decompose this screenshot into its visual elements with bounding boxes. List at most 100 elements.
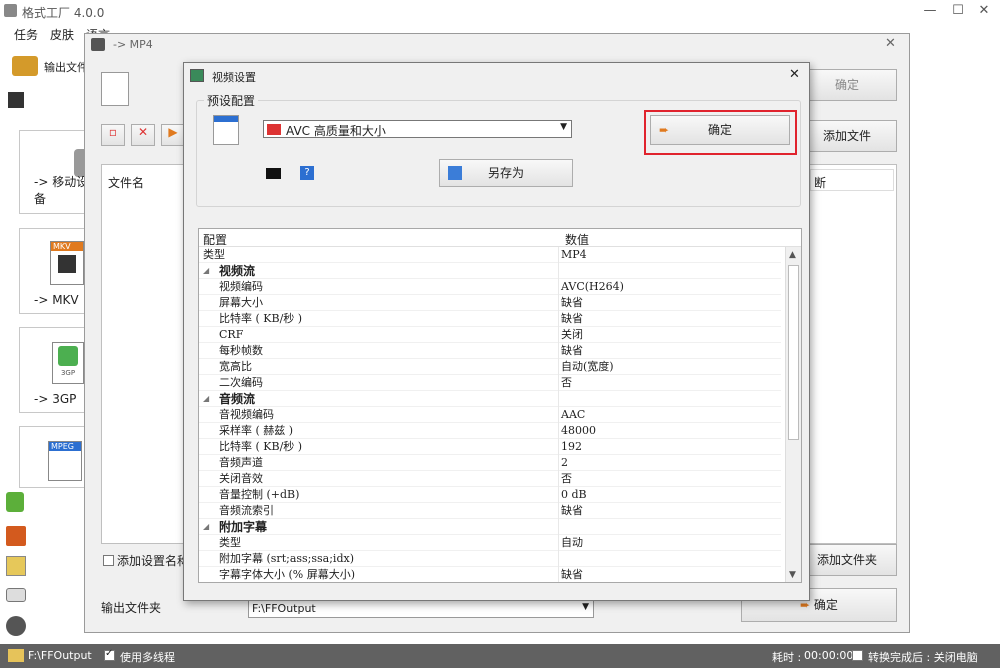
scroll-thumb[interactable] bbox=[788, 265, 799, 440]
ok-arrow-icon: ➨ bbox=[659, 123, 670, 137]
property-row[interactable]: 比特率 ( KB/秒 ) 缺省 bbox=[199, 311, 781, 327]
property-row[interactable]: 比特率 ( KB/秒 ) 192 bbox=[199, 439, 781, 455]
drive-category-icon[interactable] bbox=[6, 588, 26, 602]
property-section[interactable]: ◢ 附加字幕 bbox=[199, 519, 781, 535]
folder-icon[interactable] bbox=[8, 649, 24, 662]
collapse-triangle-icon[interactable]: ◢ bbox=[203, 519, 209, 535]
col-filename[interactable]: 文件名 bbox=[108, 174, 144, 191]
property-value[interactable]: 0 dB bbox=[561, 487, 587, 503]
property-grid[interactable]: 配置 数值 类型 MP4 ◢ 视频流 视频编码 AVC(H264) 屏幕大小 缺省 比特率 ( … bbox=[198, 228, 802, 583]
property-row[interactable]: 屏幕大小 缺省 bbox=[199, 295, 781, 311]
add-setting-name-checkbox[interactable] bbox=[103, 555, 114, 566]
property-row[interactable]: 宽高比 自动(宽度) bbox=[199, 359, 781, 375]
property-key: 比特率 ( KB/秒 ) bbox=[219, 312, 303, 325]
property-row[interactable]: 视频编码 AVC(H264) bbox=[199, 279, 781, 295]
after-convert-checkbox[interactable] bbox=[852, 650, 863, 661]
cmd-icon[interactable] bbox=[266, 168, 281, 179]
property-key: 音量控制 (+dB) bbox=[219, 488, 300, 501]
property-value[interactable]: 48000 bbox=[561, 423, 596, 439]
save-as-button[interactable]: 另存为 bbox=[439, 159, 573, 187]
property-value[interactable]: MP4 bbox=[561, 247, 587, 263]
add-folder-button[interactable]: 添加文件夹 bbox=[797, 544, 897, 576]
multithread-checkbox[interactable]: ✓ bbox=[104, 648, 115, 661]
mp4-ok-button[interactable]: 确定 bbox=[797, 69, 897, 101]
status-bar: F:\FFOutput ✓ 使用多线程 耗时 : 00:00:00 转换完成后 … bbox=[0, 644, 1000, 668]
scroll-down-arrow[interactable]: ▼ bbox=[789, 570, 796, 580]
folder-icon[interactable] bbox=[12, 56, 38, 76]
property-key: 字幕字体大小 (% 屏幕大小) bbox=[219, 568, 356, 581]
property-key: 关闭音效 bbox=[219, 472, 263, 485]
output-folder-select[interactable]: F:\FFOutput ▼ bbox=[248, 600, 594, 618]
column-divider bbox=[558, 503, 559, 519]
property-value[interactable]: 自动 bbox=[561, 535, 583, 551]
property-section[interactable]: ◢ 视频流 bbox=[199, 263, 781, 279]
property-row[interactable]: 二次编码 否 bbox=[199, 375, 781, 391]
menu-task[interactable]: 任务 bbox=[14, 26, 38, 43]
multithread-label[interactable]: 使用多线程 bbox=[120, 649, 175, 665]
vertical-scrollbar[interactable]: ▲ ▼ bbox=[785, 247, 801, 582]
property-value[interactable]: 否 bbox=[561, 375, 572, 391]
property-row[interactable]: 字幕字体大小 (% 屏幕大小) 缺省 bbox=[199, 567, 781, 582]
property-value[interactable]: 192 bbox=[561, 439, 582, 455]
property-row[interactable]: 音频流索引 缺省 bbox=[199, 503, 781, 519]
property-row[interactable]: 关闭音效 否 bbox=[199, 471, 781, 487]
after-convert-label[interactable]: 转换完成后 : 关闭电脑 bbox=[868, 649, 978, 665]
toolbox-category-icon[interactable] bbox=[6, 616, 26, 636]
remove-item-button[interactable]: ▫ bbox=[101, 124, 125, 146]
picture-category-icon[interactable] bbox=[6, 526, 26, 546]
audio-category-icon[interactable] bbox=[6, 492, 24, 512]
column-divider bbox=[558, 311, 559, 327]
col-value-header: 数值 bbox=[565, 233, 590, 247]
dialog-close-icon[interactable]: ✕ bbox=[789, 67, 800, 82]
scroll-up-arrow[interactable]: ▲ bbox=[789, 250, 796, 260]
app-title-bar: 格式工厂 4.0.0 — ☐ ✕ bbox=[0, 0, 1000, 22]
property-value[interactable]: 自动(宽度) bbox=[561, 359, 614, 375]
column-divider bbox=[558, 279, 559, 295]
preset-value: AVC 高质量和大小 bbox=[286, 124, 386, 138]
preset-select[interactable]: AVC 高质量和大小 ▼ bbox=[263, 120, 572, 138]
save-disk-icon bbox=[448, 166, 462, 180]
property-row[interactable]: 采样率 ( 赫兹 ) 48000 bbox=[199, 423, 781, 439]
property-value[interactable]: 关闭 bbox=[561, 327, 583, 343]
property-value[interactable]: AVC(H264) bbox=[561, 279, 624, 295]
dialog-ok-button[interactable]: ➨ 确定 bbox=[650, 115, 790, 145]
mp4-window-close-icon[interactable]: ✕ bbox=[885, 36, 896, 51]
mp4-window-icon bbox=[91, 38, 105, 51]
property-section[interactable]: ◢ 音频流 bbox=[199, 391, 781, 407]
dialog-ok-button-label: 确定 bbox=[707, 123, 732, 137]
column-divider bbox=[558, 423, 559, 439]
menu-skin[interactable]: 皮肤 bbox=[50, 26, 74, 43]
document-category-icon[interactable] bbox=[6, 556, 26, 576]
property-value[interactable]: 缺省 bbox=[561, 503, 583, 519]
property-row[interactable]: 每秒帧数 缺省 bbox=[199, 343, 781, 359]
add-file-button[interactable]: 添加文件 bbox=[797, 120, 897, 152]
play-button[interactable]: ▶ bbox=[161, 124, 185, 146]
property-key: 视频流 bbox=[219, 264, 256, 278]
property-row[interactable]: 音量控制 (+dB) 0 dB bbox=[199, 487, 781, 503]
help-icon[interactable]: ? bbox=[300, 166, 314, 180]
property-value[interactable]: AAC bbox=[561, 407, 585, 423]
property-row[interactable]: 音视频编码 AAC bbox=[199, 407, 781, 423]
column-divider bbox=[558, 295, 559, 311]
property-value[interactable]: 缺省 bbox=[561, 295, 583, 311]
check-icon: ✓ bbox=[105, 648, 114, 659]
col-header-divider bbox=[810, 169, 894, 191]
property-value[interactable]: 缺省 bbox=[561, 311, 583, 327]
close-button[interactable]: ✕ bbox=[966, 0, 1000, 22]
property-value[interactable]: 缺省 bbox=[561, 567, 583, 582]
property-row[interactable]: 附加字幕 (srt;ass;ssa;idx) bbox=[199, 551, 781, 567]
collapse-triangle-icon[interactable]: ◢ bbox=[203, 391, 209, 407]
add-setting-name-label[interactable]: 添加设置名称 bbox=[117, 552, 189, 569]
property-key: 附加字幕 bbox=[219, 520, 268, 534]
property-row[interactable]: 类型 自动 bbox=[199, 535, 781, 551]
property-value[interactable]: 2 bbox=[561, 455, 568, 471]
property-value[interactable]: 否 bbox=[561, 471, 572, 487]
clear-list-button[interactable]: ✕ bbox=[131, 124, 155, 146]
collapse-triangle-icon[interactable]: ◢ bbox=[203, 263, 209, 279]
property-row[interactable]: 音频声道 2 bbox=[199, 455, 781, 471]
property-row[interactable]: 类型 MP4 bbox=[199, 247, 781, 263]
3gp-icon: 3GP bbox=[52, 342, 84, 384]
property-row[interactable]: CRF 关闭 bbox=[199, 327, 781, 343]
status-folder[interactable]: F:\FFOutput bbox=[28, 649, 92, 662]
property-value[interactable]: 缺省 bbox=[561, 343, 583, 359]
